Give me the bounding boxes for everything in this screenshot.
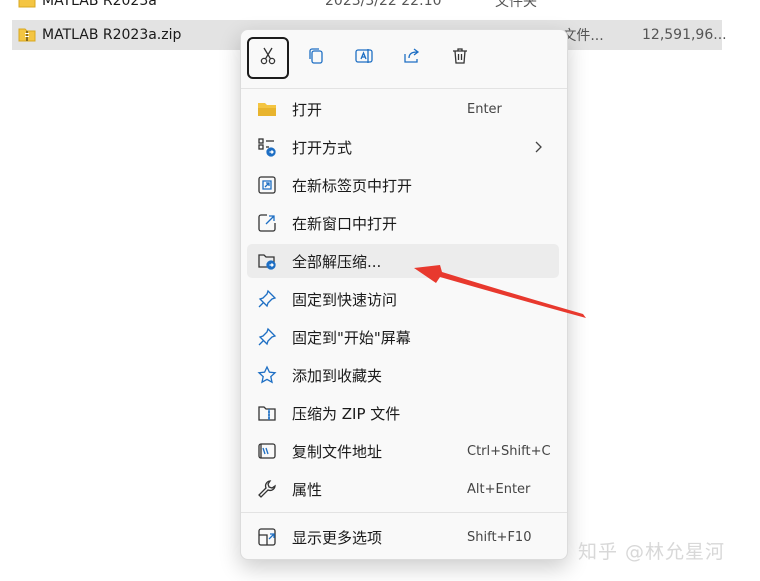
- watermark-text: 知乎 @林允星河: [578, 541, 726, 563]
- annotation-arrow: [414, 265, 586, 318]
